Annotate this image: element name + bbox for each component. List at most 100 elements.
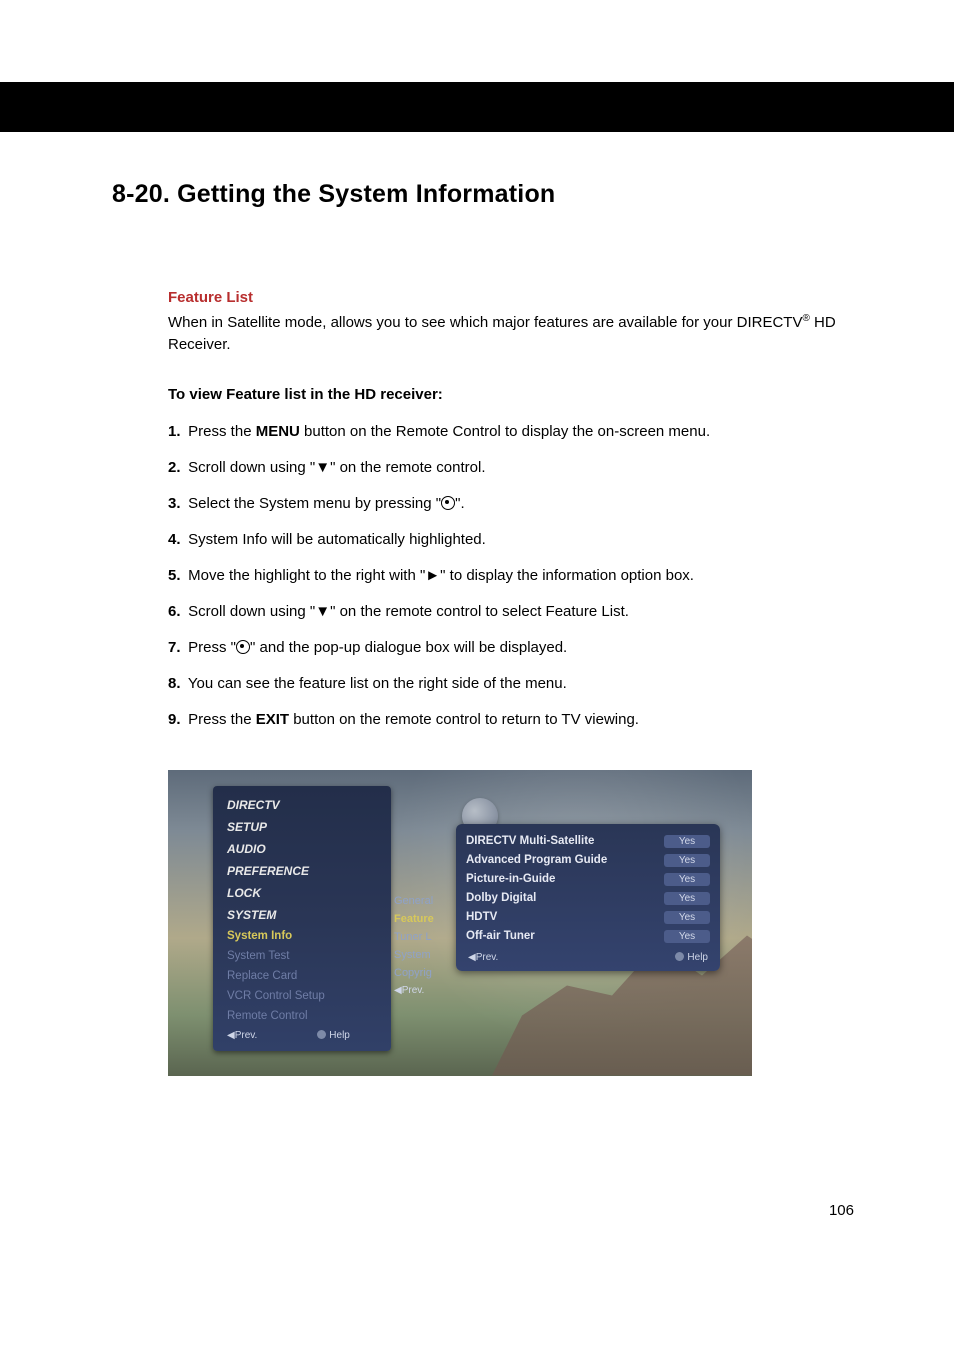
menu-item-preference[interactable]: PREFERENCE bbox=[213, 860, 391, 882]
menu-item-lock[interactable]: LOCK bbox=[213, 882, 391, 904]
step-num: 1. bbox=[168, 421, 184, 442]
feature-value-pill: Yes bbox=[664, 892, 710, 905]
feature-list-heading: Feature List bbox=[168, 289, 852, 306]
feature-value-pill: Yes bbox=[664, 911, 710, 924]
step-num: 7. bbox=[168, 637, 184, 658]
option-copyrig[interactable]: Copyrig bbox=[394, 964, 452, 982]
step-keyword: MENU bbox=[256, 423, 300, 440]
step-num: 4. bbox=[168, 529, 184, 550]
step-6: 6. Scroll down using "▼" on the remote c… bbox=[168, 601, 852, 622]
feature-value-pill: Yes bbox=[664, 835, 710, 848]
menu-footer-row: ◀Prev. Help bbox=[213, 1026, 391, 1041]
menu-item-directv[interactable]: DIRECTV bbox=[213, 794, 391, 816]
step-text-a: Scroll down using " bbox=[188, 603, 315, 620]
content-area: 8-20. Getting the System Information Fea… bbox=[112, 180, 852, 1076]
feature-name: DIRECTV Multi-Satellite bbox=[466, 835, 594, 847]
steps-list: 1. Press the MENU button on the Remote C… bbox=[168, 421, 852, 730]
step-text-a: Press the bbox=[188, 423, 256, 440]
step-text-a: Move the highlight to the right with " bbox=[188, 567, 425, 584]
option-general[interactable]: General bbox=[394, 892, 452, 910]
step-num: 2. bbox=[168, 457, 184, 478]
option-tuner[interactable]: Tuner L bbox=[394, 928, 452, 946]
feature-row: DIRECTV Multi-Satellite Yes bbox=[456, 832, 720, 851]
step-3: 3. Select the System menu by pressing " "… bbox=[168, 493, 852, 514]
option-feature[interactable]: Feature bbox=[394, 910, 452, 928]
feature-help-text: Help bbox=[687, 952, 708, 963]
registered-mark: ® bbox=[802, 313, 809, 324]
step-4: 4. System Info will be automatically hig… bbox=[168, 529, 852, 550]
select-button-icon bbox=[441, 496, 455, 510]
menu-item-audio[interactable]: AUDIO bbox=[213, 838, 391, 860]
body-block: Feature List When in Satellite mode, all… bbox=[168, 289, 852, 1076]
feature-prev-label[interactable]: ◀Prev. bbox=[468, 952, 498, 963]
step-num: 8. bbox=[168, 673, 184, 694]
section-title: 8-20. Getting the System Information bbox=[112, 180, 852, 209]
step-8: 8. You can see the feature list on the r… bbox=[168, 673, 852, 694]
osd-option-column: General Feature Tuner L System Copyrig ◀… bbox=[394, 892, 452, 999]
step-keyword: EXIT bbox=[256, 711, 289, 728]
feature-name: Advanced Program Guide bbox=[466, 854, 607, 866]
feature-help-label[interactable]: Help bbox=[675, 952, 708, 963]
step-text-a: Press the bbox=[188, 711, 256, 728]
instructions-heading: To view Feature list in the HD receiver: bbox=[168, 386, 852, 403]
step-text-b: button on the remote control to return t… bbox=[289, 711, 639, 728]
feature-name: Picture-in-Guide bbox=[466, 873, 555, 885]
feature-value-pill: Yes bbox=[664, 873, 710, 886]
menu-help-label[interactable]: Help bbox=[317, 1030, 350, 1041]
option-prev-label[interactable]: ◀Prev. bbox=[394, 982, 452, 999]
menu-item-setup[interactable]: SETUP bbox=[213, 816, 391, 838]
menu-prev-label[interactable]: ◀Prev. bbox=[227, 1030, 257, 1041]
submenu-vcr-control-setup[interactable]: VCR Control Setup bbox=[213, 986, 391, 1006]
feature-row: Dolby Digital Yes bbox=[456, 889, 720, 908]
step-1: 1. Press the MENU button on the Remote C… bbox=[168, 421, 852, 442]
step-text-b: " on the remote control. bbox=[330, 459, 485, 476]
step-5: 5. Move the highlight to the right with … bbox=[168, 565, 852, 586]
help-dot-icon bbox=[317, 1030, 326, 1039]
feature-panel-footer: ◀Prev. Help bbox=[456, 946, 720, 965]
feature-list-paragraph: When in Satellite mode, allows you to se… bbox=[168, 312, 852, 356]
step-text-a: You can see the feature list on the righ… bbox=[188, 675, 567, 692]
step-text-a: Scroll down using " bbox=[188, 459, 315, 476]
feature-name: HDTV bbox=[466, 911, 497, 923]
osd-feature-panel: DIRECTV Multi-Satellite Yes Advanced Pro… bbox=[456, 824, 720, 971]
feature-value-pill: Yes bbox=[664, 854, 710, 867]
page-number: 106 bbox=[829, 1202, 854, 1219]
step-num: 6. bbox=[168, 601, 184, 622]
submenu-system-test[interactable]: System Test bbox=[213, 946, 391, 966]
feature-row: Off-air Tuner Yes bbox=[456, 927, 720, 946]
step-9: 9. Press the EXIT button on the remote c… bbox=[168, 709, 852, 730]
step-text-a: Press " bbox=[188, 639, 236, 656]
submenu-remote-control[interactable]: Remote Control bbox=[213, 1006, 391, 1026]
step-num: 3. bbox=[168, 493, 184, 514]
step-text-b: " to display the information option box. bbox=[440, 567, 694, 584]
header-black-bar bbox=[0, 82, 954, 132]
down-triangle-icon: ▼ bbox=[315, 603, 330, 620]
para-text-a: When in Satellite mode, allows you to se… bbox=[168, 314, 802, 331]
feature-row: HDTV Yes bbox=[456, 908, 720, 927]
feature-name: Dolby Digital bbox=[466, 892, 536, 904]
feature-value-pill: Yes bbox=[664, 930, 710, 943]
menu-help-text: Help bbox=[329, 1030, 350, 1041]
option-system[interactable]: System bbox=[394, 946, 452, 964]
feature-name: Off-air Tuner bbox=[466, 930, 535, 942]
osd-screenshot: DIRECTV SETUP AUDIO PREFERENCE LOCK SYST… bbox=[168, 770, 752, 1076]
step-text-b: " and the pop-up dialogue box will be di… bbox=[250, 639, 567, 656]
down-triangle-icon: ▼ bbox=[315, 459, 330, 476]
step-text-a: Select the System menu by pressing " bbox=[188, 495, 441, 512]
right-triangle-icon: ► bbox=[425, 567, 440, 584]
feature-row: Advanced Program Guide Yes bbox=[456, 851, 720, 870]
osd-main-menu: DIRECTV SETUP AUDIO PREFERENCE LOCK SYST… bbox=[213, 786, 391, 1051]
step-7: 7. Press " " and the pop-up dialogue box … bbox=[168, 637, 852, 658]
select-button-icon bbox=[236, 640, 250, 654]
menu-item-system[interactable]: SYSTEM bbox=[213, 904, 391, 926]
step-text-a: System Info will be automatically highli… bbox=[188, 531, 486, 548]
step-2: 2. Scroll down using "▼" on the remote c… bbox=[168, 457, 852, 478]
step-text-b: ". bbox=[455, 495, 465, 512]
step-num: 9. bbox=[168, 709, 184, 730]
help-dot-icon bbox=[675, 952, 684, 961]
submenu-system-info[interactable]: System Info bbox=[213, 926, 391, 946]
submenu-replace-card[interactable]: Replace Card bbox=[213, 966, 391, 986]
feature-row: Picture-in-Guide Yes bbox=[456, 870, 720, 889]
step-num: 5. bbox=[168, 565, 184, 586]
page: 8-20. Getting the System Information Fea… bbox=[0, 0, 954, 1351]
